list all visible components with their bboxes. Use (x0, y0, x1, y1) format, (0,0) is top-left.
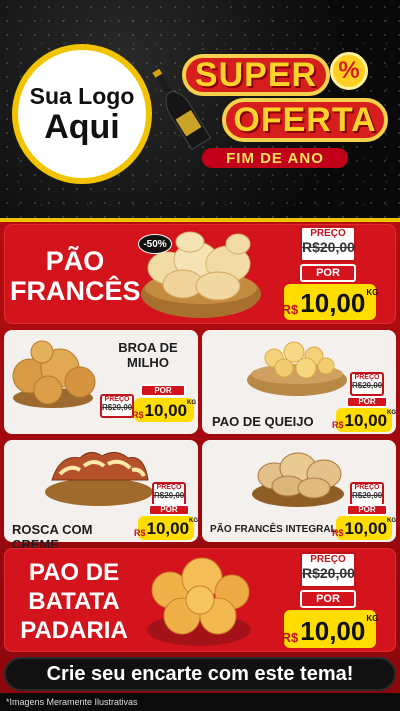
fim-text: FIM DE ANO (226, 149, 324, 167)
featured1-title: PÃO FRANCÊS (10, 246, 141, 306)
product3-price-box: R$ 10,00 KG (134, 516, 198, 540)
super-text: SUPER (194, 55, 318, 94)
featured2-old-price: R$20,00 (302, 565, 355, 581)
product1-unit: KG (187, 400, 197, 406)
featured2-por-tag: POR (300, 590, 356, 608)
product1-old-price: R$20,00 (102, 403, 133, 412)
product2-old-price: R$20,00 (352, 381, 383, 390)
featured1-por-tag: POR (300, 264, 356, 282)
logo-line2: Aqui (44, 108, 120, 146)
product2-por-label: POR (358, 397, 376, 406)
product3-por-tag: POR (148, 504, 190, 516)
featured2-old-price-tag: PREÇO R$20,00 (300, 552, 356, 588)
oferta-badge: OFERTA (222, 98, 388, 142)
percent-symbol: % (338, 57, 360, 84)
featured2-title-line3: PADARIA (20, 617, 128, 644)
product4-por-label: POR (358, 505, 376, 514)
featured2-preco-label: PREÇO (310, 554, 346, 565)
product1-price-box: R$ 10,00 KG (131, 398, 197, 422)
featured1-old-price: R$20,00 (302, 239, 355, 255)
percent-icon: % (330, 52, 368, 90)
product3-preco-label: PREÇO (156, 484, 182, 491)
product1-por-label: POR (154, 386, 172, 395)
featured2-price: 10,00 (300, 616, 366, 646)
product4-price: 10,00 (344, 519, 388, 538)
product2-currency: R$ (331, 420, 344, 430)
featured1-price: 10,00 (300, 288, 366, 318)
fim-de-ano-badge: FIM DE ANO (202, 148, 348, 168)
product1-title: BROA DE MILHO (110, 340, 186, 370)
disclaimer-footer: *Imagens Meramente Ilustrativas (0, 693, 400, 711)
product2-unit: KG (387, 410, 397, 416)
product3-por-label: POR (160, 505, 178, 514)
product3-old-price: R$20,00 (154, 491, 185, 500)
featured2-price-box: R$ 10,00 KG (281, 610, 379, 648)
oferta-text: OFERTA (233, 100, 377, 139)
product4-preco-label: PREÇO (354, 484, 380, 491)
product2-old-price-tag: PREÇO R$20,00 (350, 372, 384, 396)
product3-currency: R$ (133, 528, 146, 538)
featured1-title-line2: FRANCÊS (10, 276, 141, 306)
product4-title: PÃO FRANCÊS INTEGRAL (210, 524, 337, 535)
featured2-por-label: POR (316, 593, 340, 605)
featured1-currency: R$ (281, 302, 299, 317)
product4-por-tag: POR (346, 504, 388, 516)
product1-preco-label: PREÇO (104, 396, 130, 403)
product1-title-line1: BROA DE (118, 340, 178, 355)
product4-old-price: R$20,00 (352, 491, 383, 500)
featured2-title: PAO DE BATATA PADARIA (8, 558, 140, 645)
discount-text: -50% (143, 238, 167, 250)
product4-old-price-tag: PREÇO R$20,00 (350, 482, 384, 506)
featured2-title-line2: BATATA (28, 588, 120, 615)
product2-title: PAO DE QUEIJO (212, 414, 314, 429)
featured2-currency: R$ (281, 630, 299, 645)
product1-title-line2: MILHO (127, 355, 169, 370)
discount-badge: -50% (138, 234, 172, 254)
logo-line1: Sua Logo (29, 83, 135, 109)
gold-divider (0, 218, 400, 222)
product2-preco-label: PREÇO (354, 374, 380, 381)
product4-price-box: R$ 10,00 KG (332, 516, 396, 540)
disclaimer-text: *Imagens Meramente Ilustrativas (6, 697, 138, 707)
product1-currency: R$ (131, 410, 144, 420)
featured1-unit: KG (366, 288, 379, 297)
featured1-preco-label: PREÇO (310, 228, 346, 239)
product4-unit: KG (387, 518, 397, 524)
pao-de-queijo-image (247, 341, 347, 396)
featured2-unit: KG (366, 614, 379, 623)
pao-de-batata-image (147, 557, 251, 646)
super-badge: SUPER (182, 54, 330, 96)
header-banner: Sua Logo Aqui SUPER % OFERTA FIM DE ANO (0, 0, 400, 218)
product3-old-price-tag: PREÇO R$20,00 (152, 482, 186, 506)
featured1-price-box: R$ 10,00 KG (281, 284, 379, 320)
broa-de-milho-image (12, 340, 96, 408)
product1-por-tag: POR (140, 384, 186, 397)
featured1-old-price-tag: PREÇO R$20,00 (300, 226, 356, 262)
product2-price: 10,00 (344, 411, 388, 430)
cta-banner: Crie seu encarte com este tema! (4, 657, 396, 691)
product4-currency: R$ (331, 528, 344, 538)
product1-old-price-tag: PREÇO R$20,00 (100, 394, 134, 418)
product3-unit: KG (189, 518, 199, 524)
product1-price: 10,00 (144, 401, 188, 420)
featured2-title-line1: PAO DE (28, 559, 120, 586)
product2-por-tag: POR (346, 396, 388, 408)
logo-placeholder: Sua Logo Aqui (12, 44, 152, 184)
product2-price-box: R$ 10,00 KG (332, 408, 396, 432)
featured1-title-line1: PÃO (45, 246, 105, 276)
product3-price: 10,00 (146, 519, 190, 538)
featured1-por-label: POR (316, 267, 340, 279)
pao-frances-integral-image (252, 452, 344, 507)
cta-text: Crie seu encarte com este tema! (46, 662, 354, 685)
rosca-com-creme-image (45, 452, 153, 506)
